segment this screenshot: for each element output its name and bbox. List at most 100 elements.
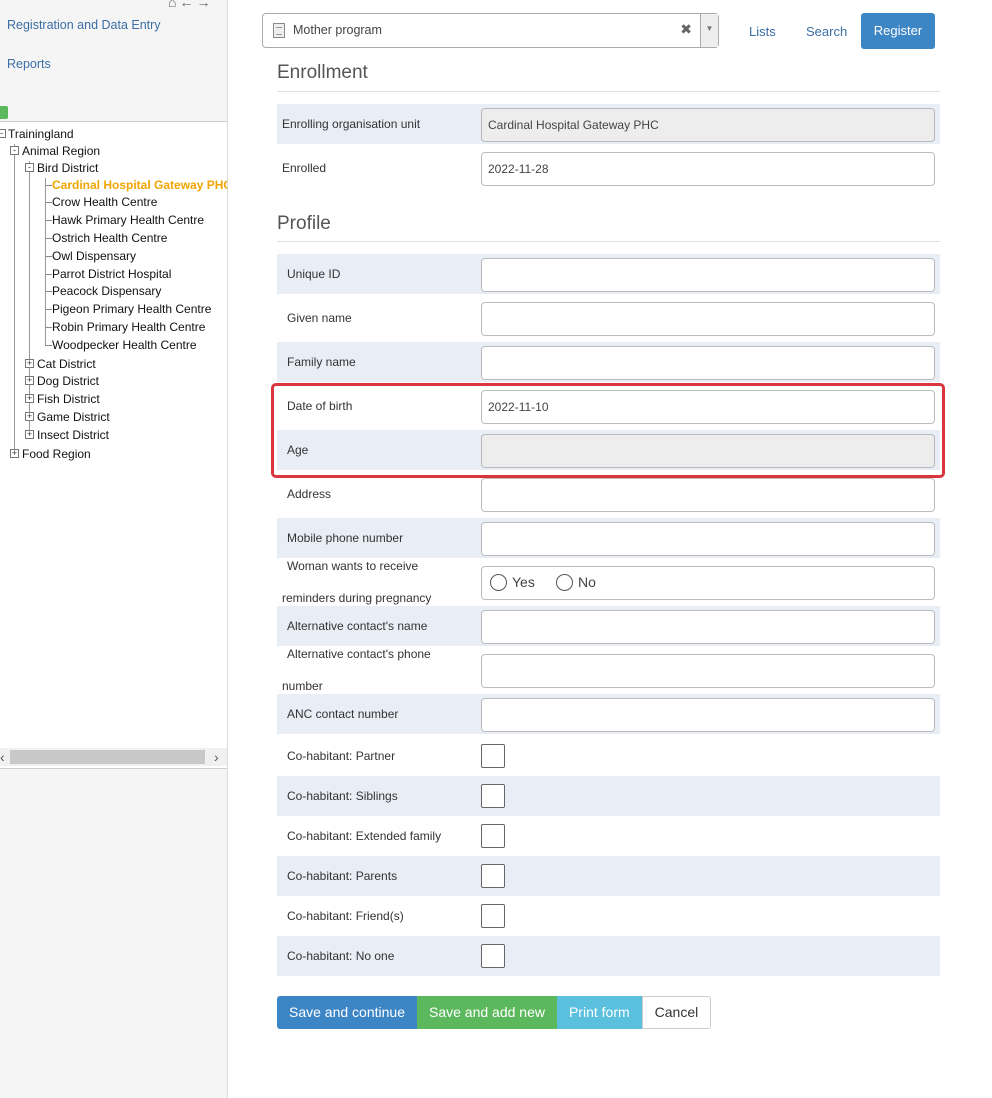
tree-horizontal-scrollbar[interactable]: ‹ › — [0, 748, 227, 766]
anc-contact-number-field[interactable] — [481, 698, 935, 732]
field-label: Co-habitant: Extended family — [287, 829, 442, 843]
search-link[interactable]: Search — [806, 24, 847, 39]
field-label: Given name — [287, 311, 352, 325]
collapse-icon[interactable]: - — [25, 163, 34, 172]
radio-no[interactable] — [556, 574, 573, 591]
program-select-value: Mother program — [293, 23, 382, 37]
form-row-unique-id: Unique ID — [277, 254, 940, 294]
program-document-icon — [273, 23, 285, 38]
expand-icon[interactable]: + — [25, 430, 34, 439]
enrolling-org-unit-field: Cardinal Hospital Gateway PHC — [481, 108, 935, 142]
form-row-family-name: Family name — [277, 342, 940, 382]
sidebar-top-icons: ⌂←→ — [168, 0, 213, 10]
alt-contact-phone-field[interactable] — [481, 654, 935, 688]
enrollment-divider — [277, 91, 940, 92]
form-row-cohabitant-partner: Co-habitant: Partner — [277, 736, 940, 776]
form-action-bar: Save and continue Save and add new Print… — [277, 996, 712, 1029]
lists-link[interactable]: Lists — [749, 24, 776, 39]
collapse-icon[interactable]: - — [10, 146, 19, 155]
family-name-field[interactable] — [481, 346, 935, 380]
field-label: Enrolled — [282, 161, 327, 175]
expand-icon[interactable]: + — [10, 449, 19, 458]
form-row-anc-contact: ANC contact number — [277, 694, 940, 734]
form-row-reminders: Woman wants to receive reminders during … — [277, 559, 940, 605]
clear-icon[interactable]: ✖ — [680, 21, 692, 38]
field-label: Address — [287, 487, 332, 501]
radio-yes-label[interactable]: Yes — [512, 574, 535, 590]
field-label: Unique ID — [287, 267, 341, 281]
form-row-given-name: Given name — [277, 298, 940, 338]
form-row-alt-contact-phone: Alternative contact's phone number — [277, 647, 940, 693]
given-name-field[interactable] — [481, 302, 935, 336]
field-label: Mobile phone number — [287, 531, 404, 545]
field-label: Co-habitant: Partner — [287, 749, 396, 763]
scrollbar-thumb[interactable] — [10, 750, 205, 764]
enrolled-date-field[interactable]: 2022-11-28 — [481, 152, 935, 186]
registration-link[interactable]: Registration and Data Entry — [7, 18, 161, 32]
search-org-unit-icon[interactable] — [0, 106, 8, 119]
left-sidebar: ⌂←→ Registration and Data Entry Reports … — [0, 0, 228, 1098]
expand-icon[interactable]: + — [25, 359, 34, 368]
field-label: Co-habitant: Friend(s) — [287, 909, 404, 923]
field-label: Enrolling organisation unit — [282, 117, 421, 131]
radio-no-label[interactable]: No — [578, 574, 596, 590]
field-label: Alternative contact's name — [287, 619, 428, 633]
field-label: Family name — [287, 355, 356, 369]
field-label: Co-habitant: Parents — [287, 869, 398, 883]
form-row-cohabitant-parents: Co-habitant: Parents — [277, 856, 940, 896]
profile-title: Profile — [277, 213, 331, 234]
main-content: Mother program ✖ ▼ Lists Search Register… — [228, 0, 992, 1098]
org-unit-tree-panel: - Trainingland - Animal Region - Bird Di… — [0, 121, 227, 769]
profile-divider — [277, 241, 940, 242]
form-row-address: Address — [277, 474, 940, 514]
form-row-age: Age — [277, 430, 940, 470]
form-row-cohabitant-no-one: Co-habitant: No one — [277, 936, 940, 976]
print-form-button[interactable]: Print form — [556, 996, 642, 1029]
date-of-birth-field[interactable]: 2022-11-10 — [481, 390, 935, 424]
mobile-phone-field[interactable] — [481, 522, 935, 556]
home-icon[interactable]: ⌂ — [168, 0, 179, 10]
reports-link[interactable]: Reports — [7, 57, 51, 71]
back-arrow-icon[interactable]: ← — [179, 0, 196, 10]
form-row-mobile-phone: Mobile phone number — [277, 518, 940, 558]
cohabitant-partner-checkbox[interactable] — [481, 744, 505, 768]
form-row-date-of-birth: Date of birth 2022-11-10 — [277, 386, 940, 426]
field-label: Co-habitant: No one — [287, 949, 395, 963]
field-label: Co-habitant: Siblings — [287, 789, 398, 803]
save-and-continue-button[interactable]: Save and continue — [277, 996, 417, 1029]
cohabitant-siblings-checkbox[interactable] — [481, 784, 505, 808]
expand-icon[interactable]: + — [25, 412, 34, 421]
collapse-icon[interactable]: - — [0, 129, 6, 138]
field-label: Woman wants to receive reminders during … — [282, 559, 432, 605]
register-button[interactable]: Register — [861, 13, 935, 49]
cohabitant-parents-checkbox[interactable] — [481, 864, 505, 888]
expand-icon[interactable]: + — [25, 376, 34, 385]
address-field[interactable] — [481, 478, 935, 512]
cohabitant-no-one-checkbox[interactable] — [481, 944, 505, 968]
scroll-left-icon[interactable]: ‹ — [0, 748, 5, 766]
cohabitant-friends-checkbox[interactable] — [481, 904, 505, 928]
scroll-right-icon[interactable]: › — [214, 748, 219, 766]
field-label: Date of birth — [287, 399, 353, 413]
enrollment-title: Enrollment — [277, 62, 368, 83]
cohabitant-extended-family-checkbox[interactable] — [481, 824, 505, 848]
save-and-add-new-button[interactable]: Save and add new — [416, 996, 557, 1029]
expand-icon[interactable]: + — [25, 394, 34, 403]
field-label: ANC contact number — [287, 707, 399, 721]
unique-id-field[interactable] — [481, 258, 935, 292]
forward-arrow-icon[interactable]: → — [196, 0, 213, 10]
program-select[interactable]: Mother program ✖ ▼ — [262, 13, 719, 48]
form-row-cohabitant-siblings: Co-habitant: Siblings — [277, 776, 940, 816]
form-row-cohabitant-extended-family: Co-habitant: Extended family — [277, 816, 940, 856]
form-row-enrolling-org-unit: Enrolling organisation unit Cardinal Hos… — [277, 104, 940, 144]
reminders-radio-group: Yes No — [481, 566, 935, 600]
age-field — [481, 434, 935, 468]
field-label: Age — [287, 443, 309, 457]
alt-contact-name-field[interactable] — [481, 610, 935, 644]
chevron-down-icon[interactable]: ▼ — [700, 14, 718, 47]
form-row-cohabitant-friends: Co-habitant: Friend(s) — [277, 896, 940, 936]
field-label: Alternative contact's phone number — [282, 647, 431, 693]
form-row-enrolled: Enrolled 2022-11-28 — [277, 148, 940, 188]
cancel-button[interactable]: Cancel — [641, 996, 712, 1029]
radio-yes[interactable] — [490, 574, 507, 591]
